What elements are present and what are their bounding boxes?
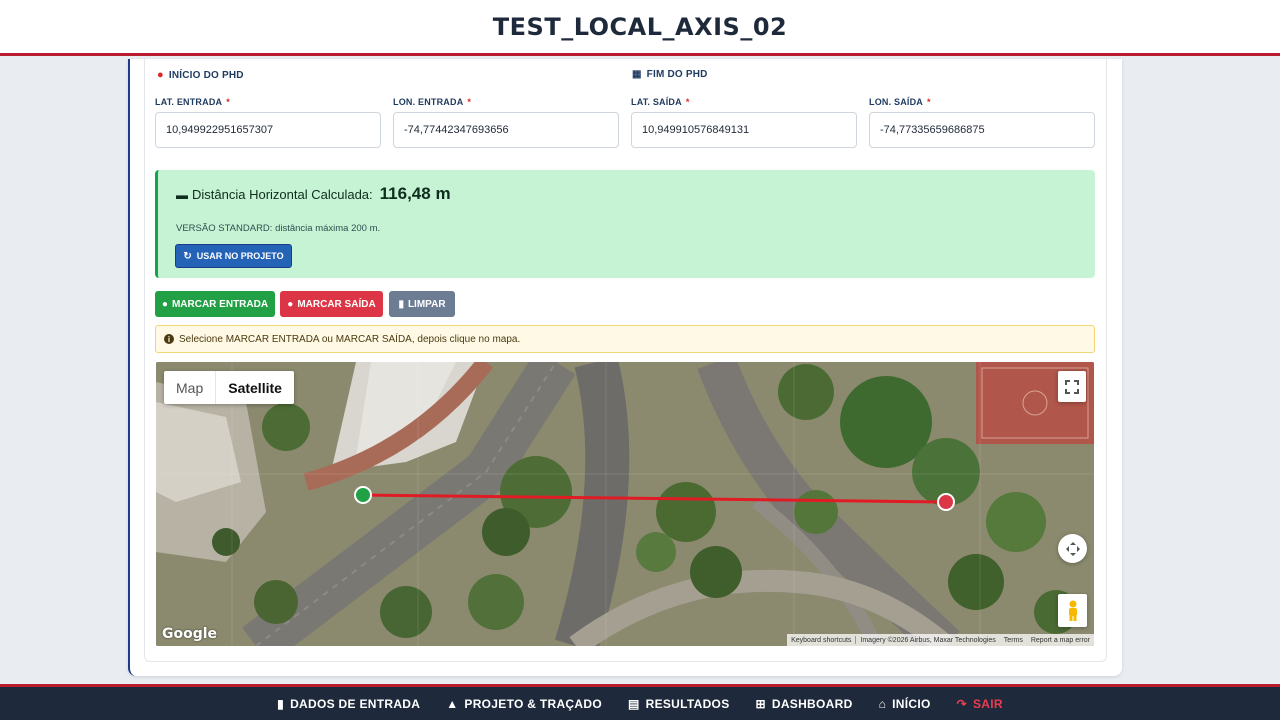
- nav-sair[interactable]: ↷ SAIR: [957, 697, 1003, 711]
- camera-move-button[interactable]: [1058, 534, 1087, 563]
- nav-resultados[interactable]: ▤ RESULTADOS: [628, 697, 730, 711]
- lat-exit-label: LAT. SAÍDA *: [631, 97, 690, 107]
- clear-button[interactable]: ▮ LIMPAR: [389, 291, 455, 317]
- exit-marker: [937, 493, 955, 511]
- ruler-icon: ▬: [176, 188, 188, 202]
- map-marker-icon: ●: [287, 298, 294, 310]
- top-header: TEST_LOCAL_AXIS_02: [0, 0, 1280, 56]
- lon-entry-label: LON. ENTRADA *: [393, 97, 472, 107]
- lat-entry-input[interactable]: [155, 112, 381, 148]
- map-type-map-button[interactable]: Map: [164, 371, 217, 404]
- mark-entry-button[interactable]: ● MARCAR ENTRADA: [155, 291, 275, 317]
- fullscreen-button[interactable]: [1058, 371, 1086, 402]
- nav-projeto-tracado[interactable]: ▲ PROJETO & TRAÇADO: [446, 697, 602, 711]
- lon-exit-input[interactable]: [869, 112, 1095, 148]
- instruction-hint: i Selecione MARCAR ENTRADA ou MARCAR SAÍ…: [155, 325, 1095, 353]
- nav-inicio[interactable]: ⌂ INÍCIO: [879, 697, 931, 711]
- map-type-satellite-button[interactable]: Satellite: [216, 371, 294, 404]
- version-note: VERSÃO STANDARD: distância máxima 200 m.: [176, 223, 381, 234]
- entry-marker: [354, 486, 372, 504]
- lat-exit-input[interactable]: [631, 112, 857, 148]
- end-section-title: ▦ FIM DO PHD: [632, 69, 708, 80]
- distance-result-box: ▬ Distância Horizontal Calculada: 116,48…: [155, 170, 1095, 278]
- map-marker-icon: ●: [161, 298, 168, 310]
- distance-value: 116,48 m: [379, 184, 451, 203]
- satellite-imagery: [156, 362, 1094, 646]
- imagery-credit: Imagery ©2026 Airbus, Maxar Technologies: [860, 636, 996, 644]
- street-view-button[interactable]: [1058, 594, 1087, 627]
- start-section-title: ● INÍCIO DO PHD: [157, 69, 244, 81]
- pegman-icon: [1068, 600, 1077, 621]
- terms-link[interactable]: Terms: [1000, 637, 1027, 644]
- report-error-link[interactable]: Report a map error: [1027, 637, 1094, 644]
- refresh-icon: ↻: [183, 250, 192, 262]
- clipboard-icon: ▮: [277, 696, 285, 711]
- lon-entry-input[interactable]: [393, 112, 619, 148]
- route-icon: ▲: [446, 696, 459, 711]
- pin-icon: ●: [157, 69, 164, 81]
- google-logo: Google: [162, 626, 218, 642]
- use-in-project-button[interactable]: ↻ USAR NO PROJETO: [175, 244, 292, 268]
- chart-icon: ▤: [627, 696, 640, 711]
- fullscreen-icon: [1065, 379, 1079, 394]
- lat-entry-label: LAT. ENTRADA *: [155, 97, 230, 107]
- trash-icon: ▮: [398, 298, 404, 310]
- info-icon: i: [164, 334, 174, 344]
- nav-dados-entrada[interactable]: ▮ DADOS DE ENTRADA: [277, 697, 420, 711]
- move-arrows-icon: [1065, 541, 1080, 556]
- keyboard-shortcuts-link[interactable]: Keyboard shortcuts: [787, 637, 855, 644]
- logout-icon: ↷: [956, 696, 967, 711]
- nav-dashboard[interactable]: ⊞ DASHBOARD: [756, 697, 853, 711]
- bottom-navigation: ▮ DADOS DE ENTRADA ▲ PROJETO & TRAÇADO ▤…: [0, 684, 1280, 720]
- home-icon: ⌂: [878, 696, 887, 711]
- distance-result-title: ▬ Distância Horizontal Calculada: 116,48…: [176, 184, 451, 203]
- map-attribution: Keyboard shortcuts Imagery ©2026 Airbus,…: [787, 634, 1094, 646]
- map-type-control: Map Satellite: [164, 371, 294, 404]
- mark-exit-button[interactable]: ● MARCAR SAÍDA: [280, 291, 383, 317]
- lon-exit-label: LON. SAÍDA *: [869, 97, 931, 107]
- grid-icon: ⊞: [755, 696, 766, 711]
- checkered-flag-icon: ▦: [632, 69, 642, 80]
- project-title: TEST_LOCAL_AXIS_02: [492, 12, 788, 41]
- satellite-map[interactable]: Map Satellite Google Keyboard shortcuts …: [156, 362, 1094, 646]
